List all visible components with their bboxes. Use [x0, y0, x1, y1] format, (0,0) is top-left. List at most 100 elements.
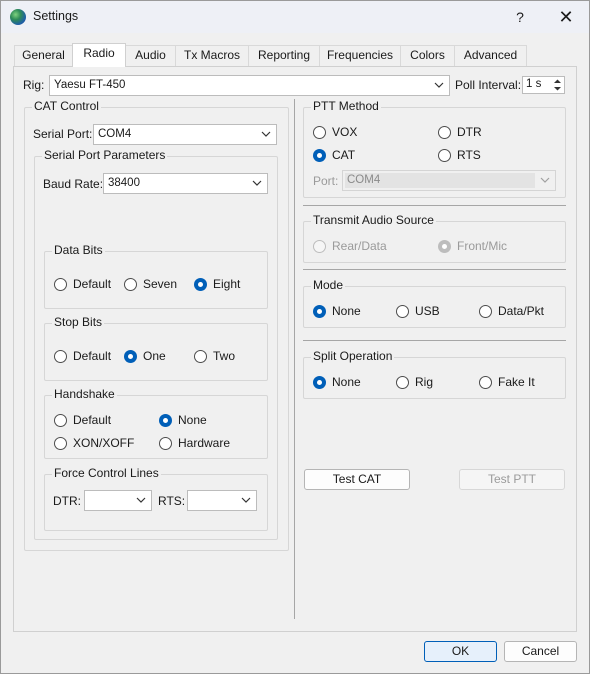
radio-button[interactable]: [124, 277, 137, 291]
poll-interval-value: 1 s: [526, 78, 542, 90]
rts-select[interactable]: [187, 490, 257, 511]
dtr-select[interactable]: [84, 490, 152, 511]
radio-button[interactable]: [159, 413, 172, 427]
ptt-method-title: PTT Method: [311, 99, 381, 113]
panel-divider: [294, 99, 295, 619]
tab-frequencies[interactable]: Frequencies: [319, 45, 401, 66]
radio-button[interactable]: [124, 349, 137, 363]
radio-button[interactable]: [313, 304, 326, 318]
ptt-port-select[interactable]: COM4: [342, 170, 556, 191]
handshake-none-label: None: [178, 413, 207, 427]
data-bits-eight-radio[interactable]: Eight: [194, 276, 240, 292]
split-rig-radio[interactable]: Rig: [396, 374, 433, 390]
cat-control-title: CAT Control: [32, 99, 101, 113]
rts-label: RTS:: [158, 494, 186, 508]
tab-reporting[interactable]: Reporting: [248, 45, 320, 66]
mode-data-pkt-radio[interactable]: Data/Pkt: [479, 303, 544, 319]
title-bar: Settings ? ✕: [1, 1, 589, 33]
serial-port-parameters-title: Serial Port Parameters: [42, 148, 168, 162]
rig-select[interactable]: Yaesu FT-450: [49, 75, 450, 96]
handshake-title: Handshake: [52, 387, 117, 401]
radio-button[interactable]: [438, 148, 451, 162]
radio-button[interactable]: [159, 436, 172, 450]
ptt-dtr-label: DTR: [457, 125, 482, 139]
data-bits-title: Data Bits: [52, 243, 105, 257]
split-rig-label: Rig: [415, 375, 434, 389]
radio-button[interactable]: [438, 239, 451, 253]
poll-interval-spinner[interactable]: 1 s: [522, 76, 565, 94]
stop-bits-default-radio[interactable]: Default: [54, 348, 111, 364]
tx-audio-front-mic-label: Front/Mic: [457, 239, 508, 253]
ptt-rts-radio[interactable]: RTS: [438, 147, 481, 163]
tab-colors[interactable]: Colors: [400, 45, 455, 66]
chevron-down-icon: [252, 180, 262, 186]
stop-bits-default-label: Default: [73, 349, 112, 363]
split-none-radio[interactable]: None: [313, 374, 361, 390]
ptt-rts-label: RTS: [457, 148, 481, 162]
radio-button[interactable]: [54, 436, 67, 450]
ptt-cat-label: CAT: [332, 148, 356, 162]
data-bits-default-radio[interactable]: Default: [54, 276, 111, 292]
baud-rate-value: 38400: [108, 177, 140, 189]
help-button[interactable]: ?: [497, 1, 543, 33]
radio-button[interactable]: [313, 375, 326, 389]
radio-button[interactable]: [313, 148, 326, 162]
split-fake-it-radio[interactable]: Fake It: [479, 374, 535, 390]
serial-port-value: COM4: [98, 128, 132, 140]
ok-button[interactable]: OK: [424, 641, 497, 662]
ptt-dtr-radio[interactable]: DTR: [438, 124, 482, 140]
radio-button[interactable]: [54, 277, 67, 291]
tab-radio[interactable]: Radio: [72, 43, 126, 67]
mode-usb-radio[interactable]: USB: [396, 303, 440, 319]
window-title: Settings: [33, 9, 79, 23]
tx-audio-rear-data-radio[interactable]: Rear/Data: [313, 238, 387, 254]
data-bits-seven-radio[interactable]: Seven: [124, 276, 177, 292]
tab-tx-macros[interactable]: Tx Macros: [175, 45, 249, 66]
handshake-none-radio[interactable]: None: [159, 412, 207, 428]
ptt-vox-radio[interactable]: VOX: [313, 124, 357, 140]
test-cat-button[interactable]: Test CAT: [304, 469, 410, 490]
globe-icon: [10, 9, 26, 25]
radio-button[interactable]: [313, 125, 326, 139]
handshake-xonxoff-radio[interactable]: XON/XOFF: [54, 435, 134, 451]
tab-audio[interactable]: Audio: [125, 45, 176, 66]
test-ptt-button[interactable]: Test PTT: [459, 469, 565, 490]
mode-data-pkt-label: Data/Pkt: [498, 304, 545, 318]
stop-bits-one-radio[interactable]: One: [124, 348, 166, 364]
transmit-audio-source-title: Transmit Audio Source: [311, 213, 436, 227]
radio-button[interactable]: [396, 304, 409, 318]
radio-button[interactable]: [438, 125, 451, 139]
serial-port-label: Serial Port:: [33, 127, 93, 141]
baud-rate-select[interactable]: 38400: [103, 173, 268, 194]
radio-button[interactable]: [396, 375, 409, 389]
tx-audio-front-mic-radio[interactable]: Front/Mic: [438, 238, 507, 254]
cancel-button[interactable]: Cancel: [504, 641, 577, 662]
chevron-down-icon: [540, 177, 550, 183]
baud-rate-label: Baud Rate:: [43, 177, 104, 191]
close-icon: ✕: [558, 6, 574, 27]
handshake-default-label: Default: [73, 413, 112, 427]
radio-button[interactable]: [479, 304, 492, 318]
radio-button[interactable]: [194, 349, 207, 363]
tab-general[interactable]: General: [14, 45, 73, 66]
close-button[interactable]: ✕: [543, 1, 589, 33]
spinner-arrows-icon[interactable]: [552, 78, 563, 92]
ptt-cat-radio[interactable]: CAT: [313, 147, 355, 163]
radio-button[interactable]: [479, 375, 492, 389]
handshake-default-radio[interactable]: Default: [54, 412, 111, 428]
stop-bits-two-label: Two: [213, 349, 236, 363]
data-bits-eight-label: Eight: [213, 277, 241, 291]
radio-button[interactable]: [54, 349, 67, 363]
chevron-down-icon: [434, 82, 444, 88]
tab-advanced[interactable]: Advanced: [454, 45, 527, 66]
radio-button[interactable]: [313, 239, 326, 253]
poll-interval-label: Poll Interval:: [455, 78, 522, 92]
serial-port-select[interactable]: COM4: [93, 124, 277, 145]
handshake-hardware-radio[interactable]: Hardware: [159, 435, 230, 451]
stop-bits-two-radio[interactable]: Two: [194, 348, 235, 364]
ptt-vox-label: VOX: [332, 125, 358, 139]
chevron-down-icon: [241, 497, 251, 503]
radio-button[interactable]: [194, 277, 207, 291]
radio-button[interactable]: [54, 413, 67, 427]
mode-none-radio[interactable]: None: [313, 303, 361, 319]
